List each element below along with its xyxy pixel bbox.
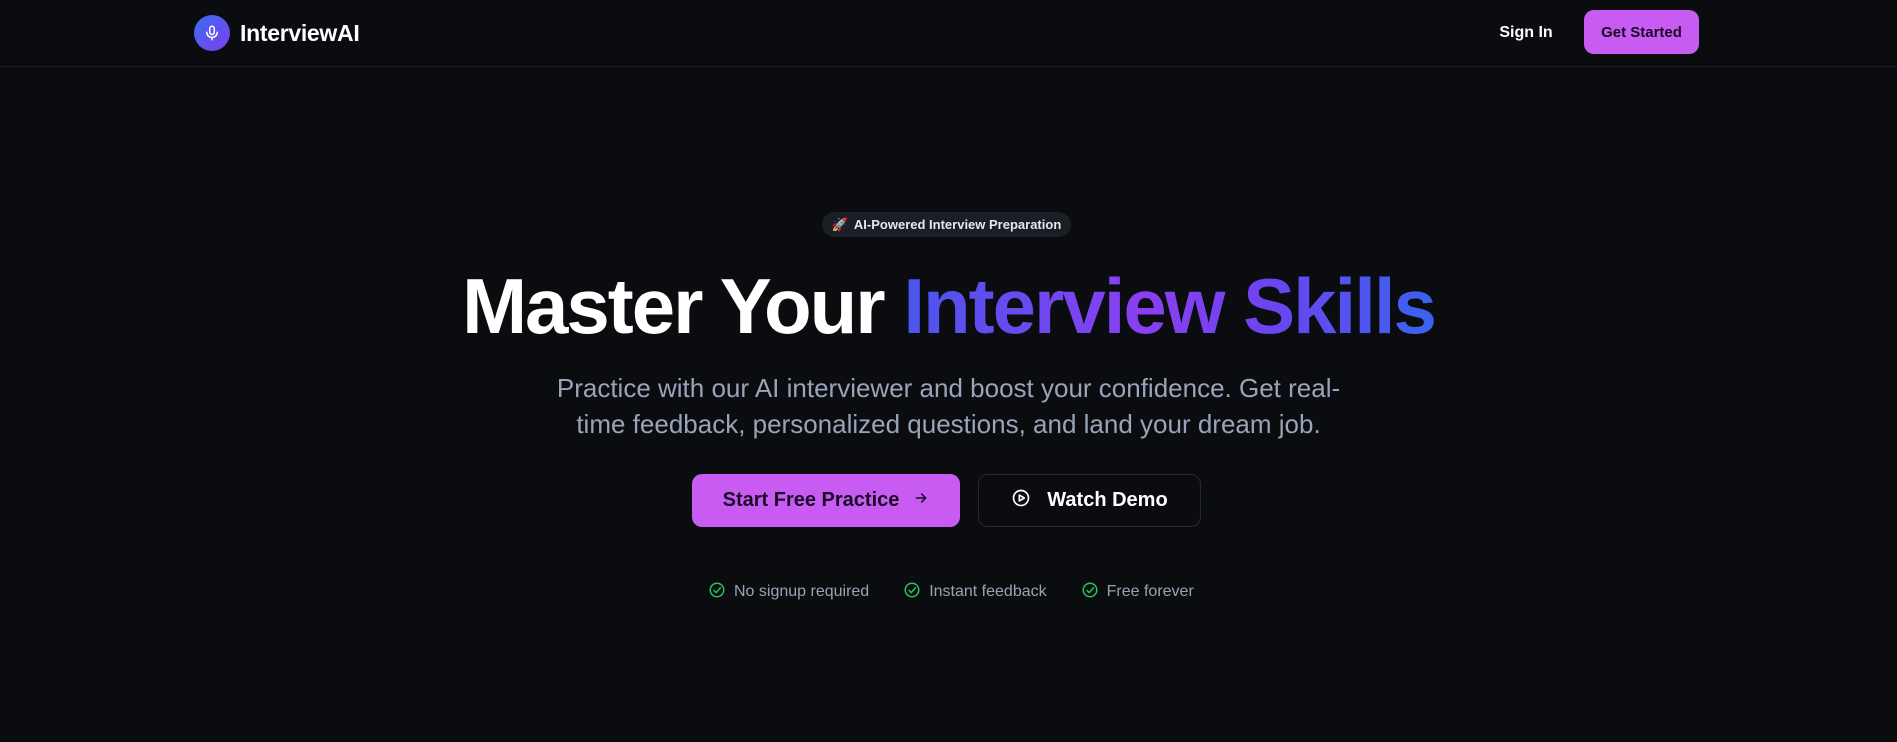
top-nav: InterviewAI Sign In Get Started <box>0 0 1897 67</box>
hero-badge-text: AI-Powered Interview Preparation <box>853 217 1062 232</box>
microphone-icon <box>194 15 230 51</box>
hero-subtext: Practice with our AI interviewer and boo… <box>556 373 1341 439</box>
hero-headline: Master Your Interview Skills <box>0 258 1897 354</box>
start-free-practice-label: Start Free Practice <box>722 489 900 511</box>
watch-demo-button[interactable]: Watch Demo <box>978 474 1201 527</box>
get-started-button[interactable]: Get Started <box>1584 10 1699 54</box>
feature-item: Free forever <box>1081 581 1194 604</box>
sign-in-button[interactable]: Sign In <box>1486 20 1566 46</box>
feature-item: No signup required <box>708 581 869 604</box>
feature-list: No signup required Instant feedback Free… <box>708 581 1194 603</box>
check-circle-icon <box>708 581 726 604</box>
feature-label: Free forever <box>1106 583 1194 600</box>
brand-name: InterviewAI <box>240 19 360 46</box>
start-free-practice-button[interactable]: Start Free Practice <box>692 474 960 527</box>
arrow-right-icon <box>913 489 929 512</box>
play-circle-icon <box>1011 488 1031 514</box>
check-circle-icon <box>903 581 921 604</box>
feature-item: Instant feedback <box>903 581 1047 604</box>
rocket-icon: 🚀 <box>831 217 848 232</box>
brand-home-link[interactable]: InterviewAI <box>194 15 360 51</box>
check-circle-icon <box>1081 581 1099 604</box>
headline-plain: Master Your <box>462 262 886 350</box>
feature-label: Instant feedback <box>929 583 1047 600</box>
hero-badge: 🚀 AI-Powered Interview Preparation <box>822 212 1071 237</box>
headline-highlight: Interview Skills <box>903 262 1437 350</box>
watch-demo-label: Watch Demo <box>1047 489 1168 511</box>
feature-label: No signup required <box>734 583 870 600</box>
cta-row: Start Free Practice Watch Demo <box>692 474 1201 527</box>
